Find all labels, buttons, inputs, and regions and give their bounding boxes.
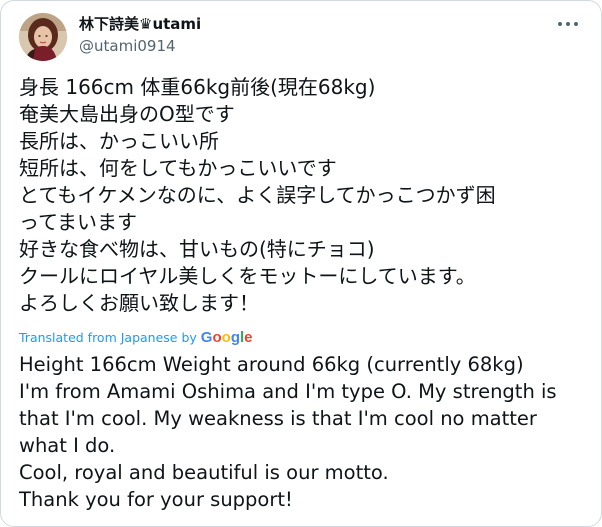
translation-line: Cool, royal and beautiful is our motto. — [19, 461, 389, 484]
user-handle[interactable]: @utami0914 — [79, 36, 499, 56]
tweet-header: 林下詩美♛utami @utami0914 — [19, 13, 585, 61]
tweet-translation-text: Height 166cm Weight around 66kg (current… — [19, 351, 591, 513]
tweet-card: 林下詩美♛utami @utami0914 身長 166cm 体重66kg前後(… — [0, 0, 602, 527]
google-logo: Google — [200, 329, 253, 346]
original-line: 長所は、かっこいい所 — [19, 129, 219, 153]
original-line: ってまいます — [19, 210, 137, 234]
translation-line: what I do. — [19, 434, 116, 457]
avatar[interactable] — [19, 13, 67, 61]
translation-line: Height 166cm Weight around 66kg (current… — [19, 353, 524, 376]
original-line: 身長 166cm 体重66kg前後(現在68kg) — [19, 75, 376, 99]
translation-line: that I'm cool. My weakness is that I'm c… — [19, 407, 537, 430]
translation-line: I'm from Amami Oshima and I'm type O. My… — [19, 380, 557, 403]
more-dots-icon[interactable] — [553, 13, 583, 35]
original-line: クールにロイヤル美しくをモットーにしています。 — [19, 264, 476, 288]
author-names: 林下詩美♛utami @utami0914 — [79, 14, 499, 56]
translated-from-label[interactable]: Translated from Japanese by — [19, 329, 197, 346]
original-line: 短所は、何をしてもかっこいいです — [19, 156, 337, 180]
original-line: よろしくお願い致します！ — [19, 291, 259, 315]
avatar-photo — [19, 13, 67, 61]
translated-from-notice[interactable]: Translated from Japanese by Google — [19, 329, 253, 346]
original-line: 好きな食べ物は、甘いもの(特にチョコ) — [19, 237, 375, 261]
display-name[interactable]: 林下詩美♛utami — [79, 14, 499, 34]
original-line: とてもイケメンなのに、よく誤字してかっこつかず困 — [19, 183, 496, 207]
translation-line: Thank you for your support! — [19, 488, 293, 511]
tweet-original-text: 身長 166cm 体重66kg前後(現在68kg) 奄美大島出身のO型です 長所… — [19, 74, 585, 317]
original-line: 奄美大島出身のO型です — [19, 102, 235, 126]
